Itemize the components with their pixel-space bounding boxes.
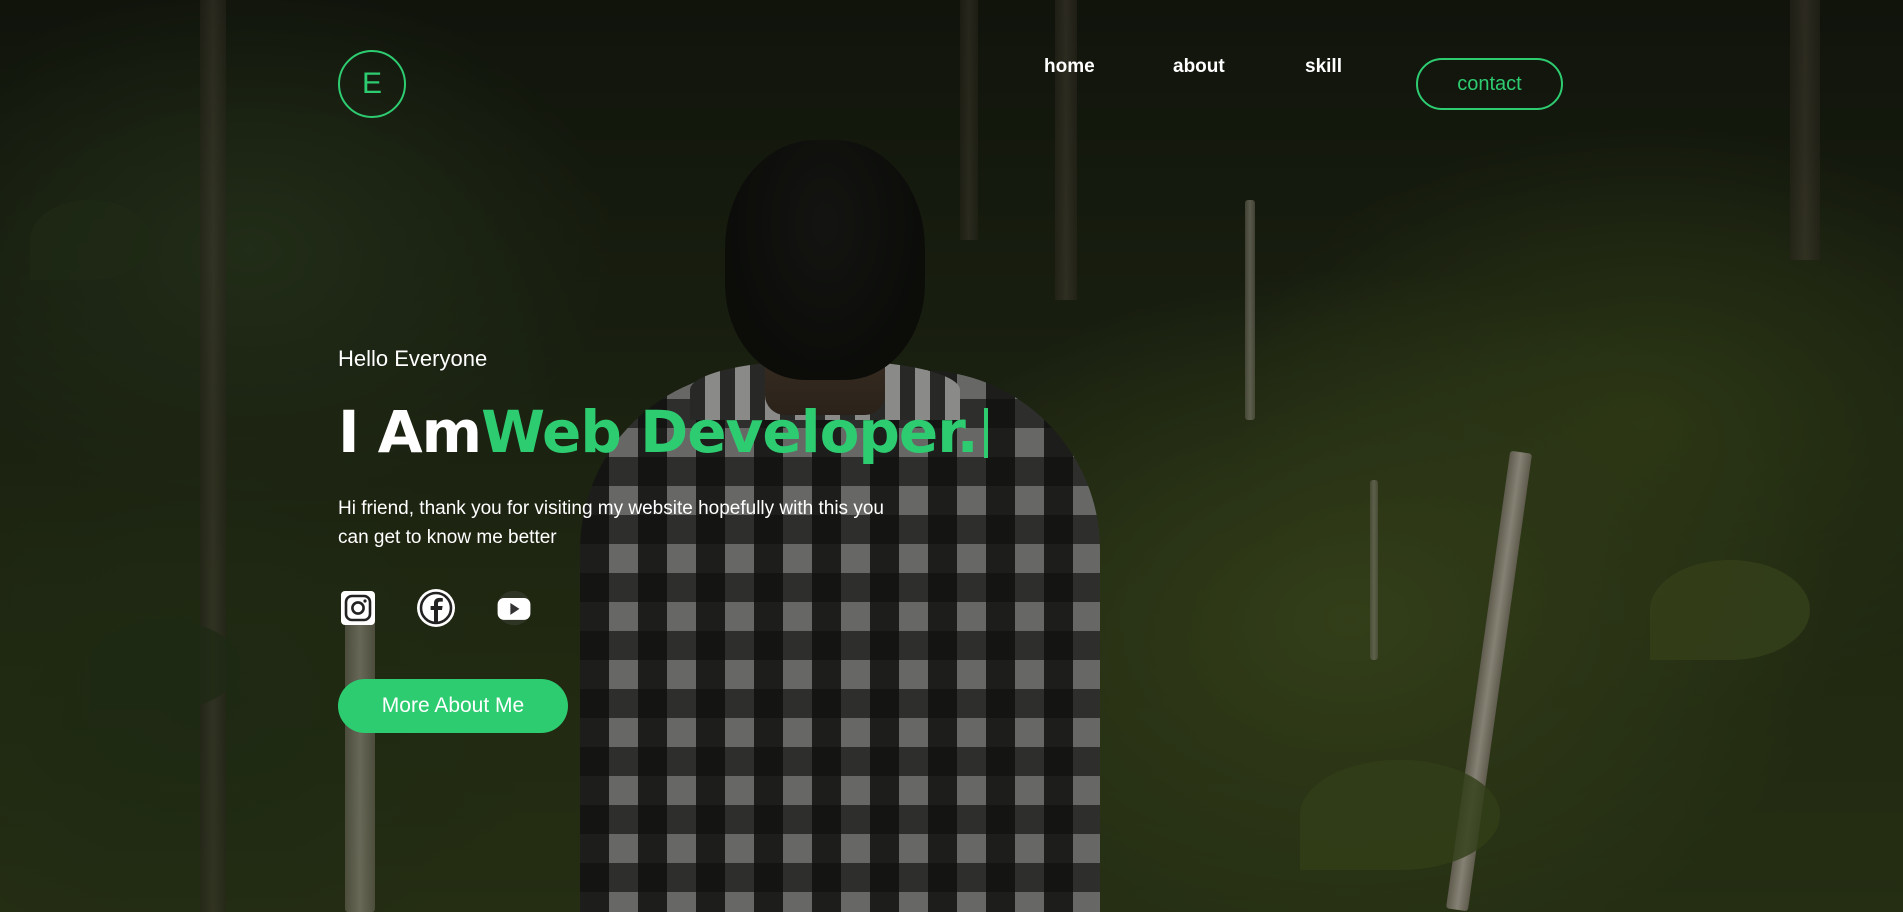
instagram-link[interactable] [338, 588, 378, 628]
hero-intro-text: Hi friend, thank you for visiting my web… [338, 498, 884, 548]
hero-greeting: Hello Everyone [338, 346, 488, 371]
typing-cursor [983, 408, 988, 458]
headline-lead: I Am [338, 398, 482, 466]
facebook-icon [417, 589, 455, 627]
youtube-link[interactable] [494, 588, 534, 628]
nav-home-link[interactable]: home [1044, 56, 1095, 78]
headline-role: Web Developer. [481, 398, 979, 466]
nav-skill-link[interactable]: skill [1305, 56, 1342, 78]
facebook-link[interactable] [416, 588, 456, 628]
more-about-me-button[interactable]: More About Me [338, 679, 568, 733]
logo-letter: E [361, 67, 382, 100]
hero-headline: I AmWeb Developer. [338, 398, 988, 466]
contact-button[interactable]: contact [1416, 58, 1563, 110]
instagram-icon [341, 591, 375, 625]
logo[interactable]: E [338, 50, 406, 118]
nav-about-link[interactable]: about [1173, 56, 1225, 78]
social-links [338, 588, 534, 628]
youtube-icon [496, 590, 532, 626]
